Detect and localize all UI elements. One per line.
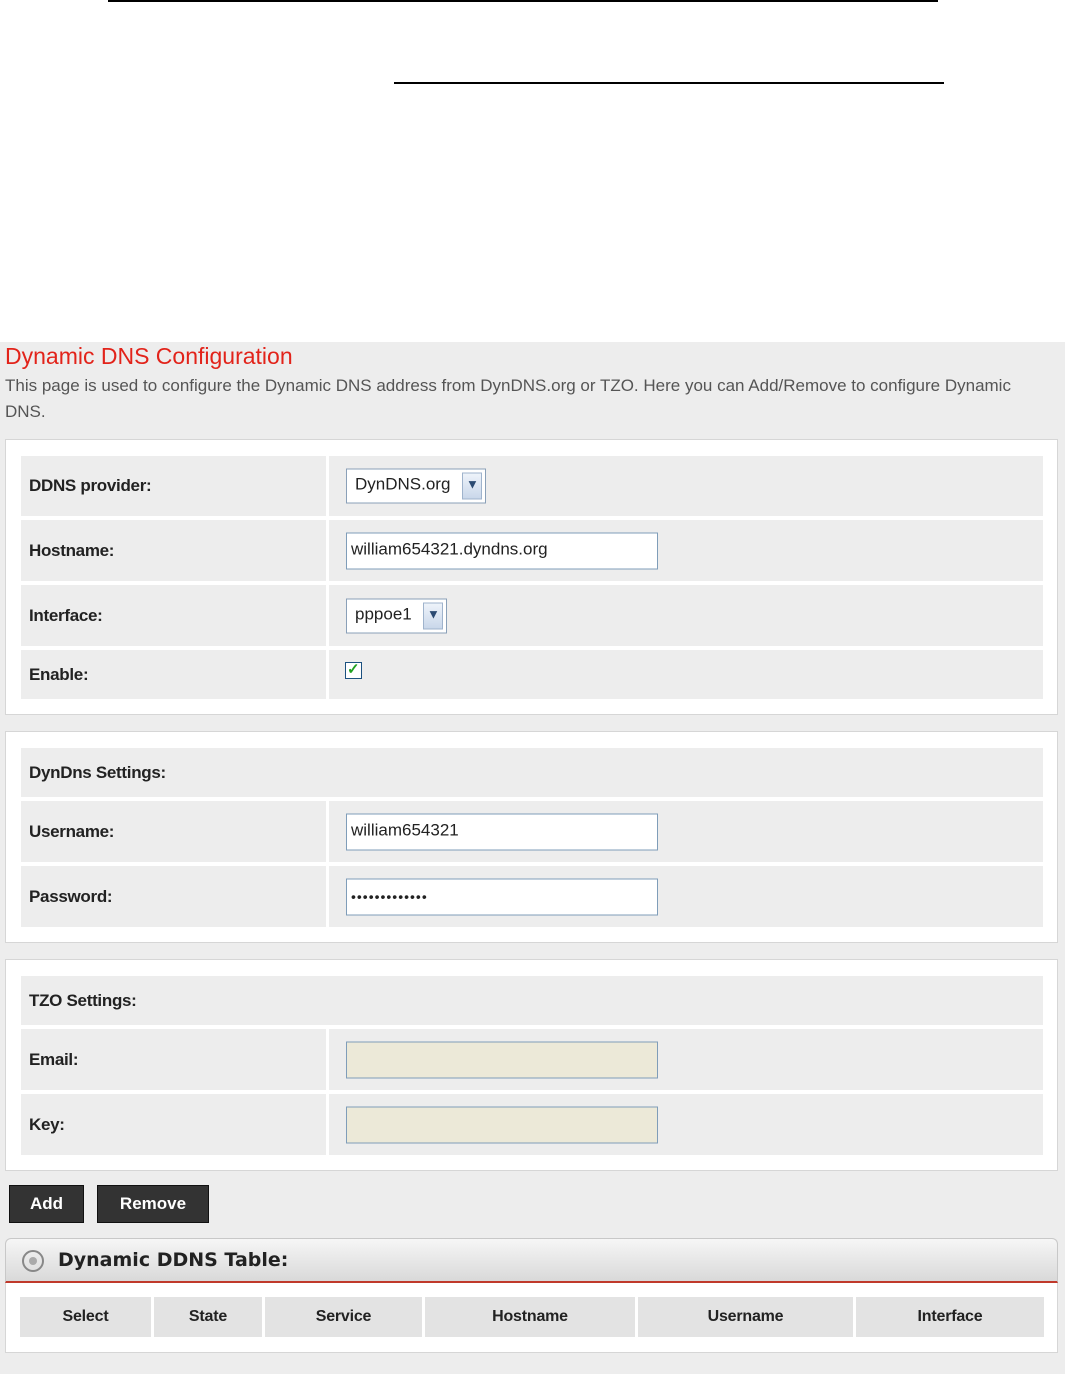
interface-select-value: pppoe1 <box>355 604 412 623</box>
password-input[interactable]: ••••••••••••• <box>346 878 658 915</box>
decorative-rule-top <box>108 0 938 2</box>
hostname-label: Hostname: <box>29 540 115 560</box>
remove-button[interactable]: Remove <box>97 1185 209 1223</box>
column-header-state: State <box>154 1297 262 1337</box>
tzo-header-row: TZO Settings: <box>21 976 1043 1025</box>
username-input[interactable]: william654321 <box>346 813 658 850</box>
password-row: Password: ••••••••••••• <box>21 866 1043 927</box>
dyndns-section-label: DynDns Settings: <box>29 762 166 782</box>
chevron-down-icon[interactable]: ▼ <box>423 602 443 629</box>
column-header-select: Select <box>20 1297 151 1337</box>
provider-select-value: DynDNS.org <box>355 474 451 494</box>
tzo-settings-panel: TZO Settings: Email: Key: <box>5 959 1058 1171</box>
enable-label: Enable: <box>29 664 89 684</box>
email-input[interactable] <box>346 1041 658 1078</box>
column-header-hostname: Hostname <box>425 1297 635 1337</box>
hostname-row: Hostname: william654321.dyndns.org <box>21 520 1043 581</box>
chevron-down-icon[interactable]: ▼ <box>462 472 482 500</box>
email-row: Email: <box>21 1029 1043 1090</box>
dyndns-header-row: DynDns Settings: <box>21 748 1043 797</box>
hostname-input[interactable]: william654321.dyndns.org <box>346 532 658 569</box>
interface-label: Interface: <box>29 605 103 625</box>
ddns-config-page: Dynamic DNS Configuration This page is u… <box>0 342 1065 1374</box>
column-header-service: Service <box>265 1297 422 1337</box>
gear-icon <box>22 1250 44 1272</box>
column-header-username: Username <box>638 1297 853 1337</box>
interface-row: Interface: pppoe1 ▼ <box>21 585 1043 646</box>
add-button[interactable]: Add <box>9 1185 84 1223</box>
decorative-rule-second <box>394 82 944 84</box>
ddns-table-header: Dynamic DDNS Table: <box>5 1238 1058 1283</box>
enable-checkbox[interactable]: ✓ <box>345 661 362 679</box>
page-description: This page is used to configure the Dynam… <box>5 376 1011 421</box>
provider-row: DDNS provider: DynDNS.org ▼ <box>21 456 1043 516</box>
key-row: Key: <box>21 1094 1043 1155</box>
interface-select[interactable]: pppoe1 ▼ <box>346 598 447 633</box>
ddns-table: Select State Service Hostname Username I… <box>5 1283 1058 1353</box>
enable-row: Enable: ✓ <box>21 650 1043 699</box>
key-label: Key: <box>29 1114 65 1134</box>
checkmark-icon: ✓ <box>347 661 360 678</box>
provider-label: DDNS provider: <box>29 476 152 495</box>
column-header-interface: Interface <box>856 1297 1044 1337</box>
tzo-section-label: TZO Settings: <box>29 990 137 1010</box>
email-label: Email: <box>29 1049 79 1069</box>
ddns-table-title: Dynamic DDNS Table: <box>58 1249 289 1271</box>
dyndns-settings-panel: DynDns Settings: Username: william654321… <box>5 731 1058 943</box>
username-row: Username: william654321 <box>21 801 1043 862</box>
page-title: Dynamic DNS Configuration <box>5 343 293 369</box>
password-label: Password: <box>29 886 113 906</box>
username-label: Username: <box>29 821 115 841</box>
ddns-main-panel: DDNS provider: DynDNS.org ▼ Hostname: wi… <box>5 439 1058 715</box>
key-input[interactable] <box>346 1106 658 1143</box>
provider-select[interactable]: DynDNS.org ▼ <box>346 468 486 504</box>
